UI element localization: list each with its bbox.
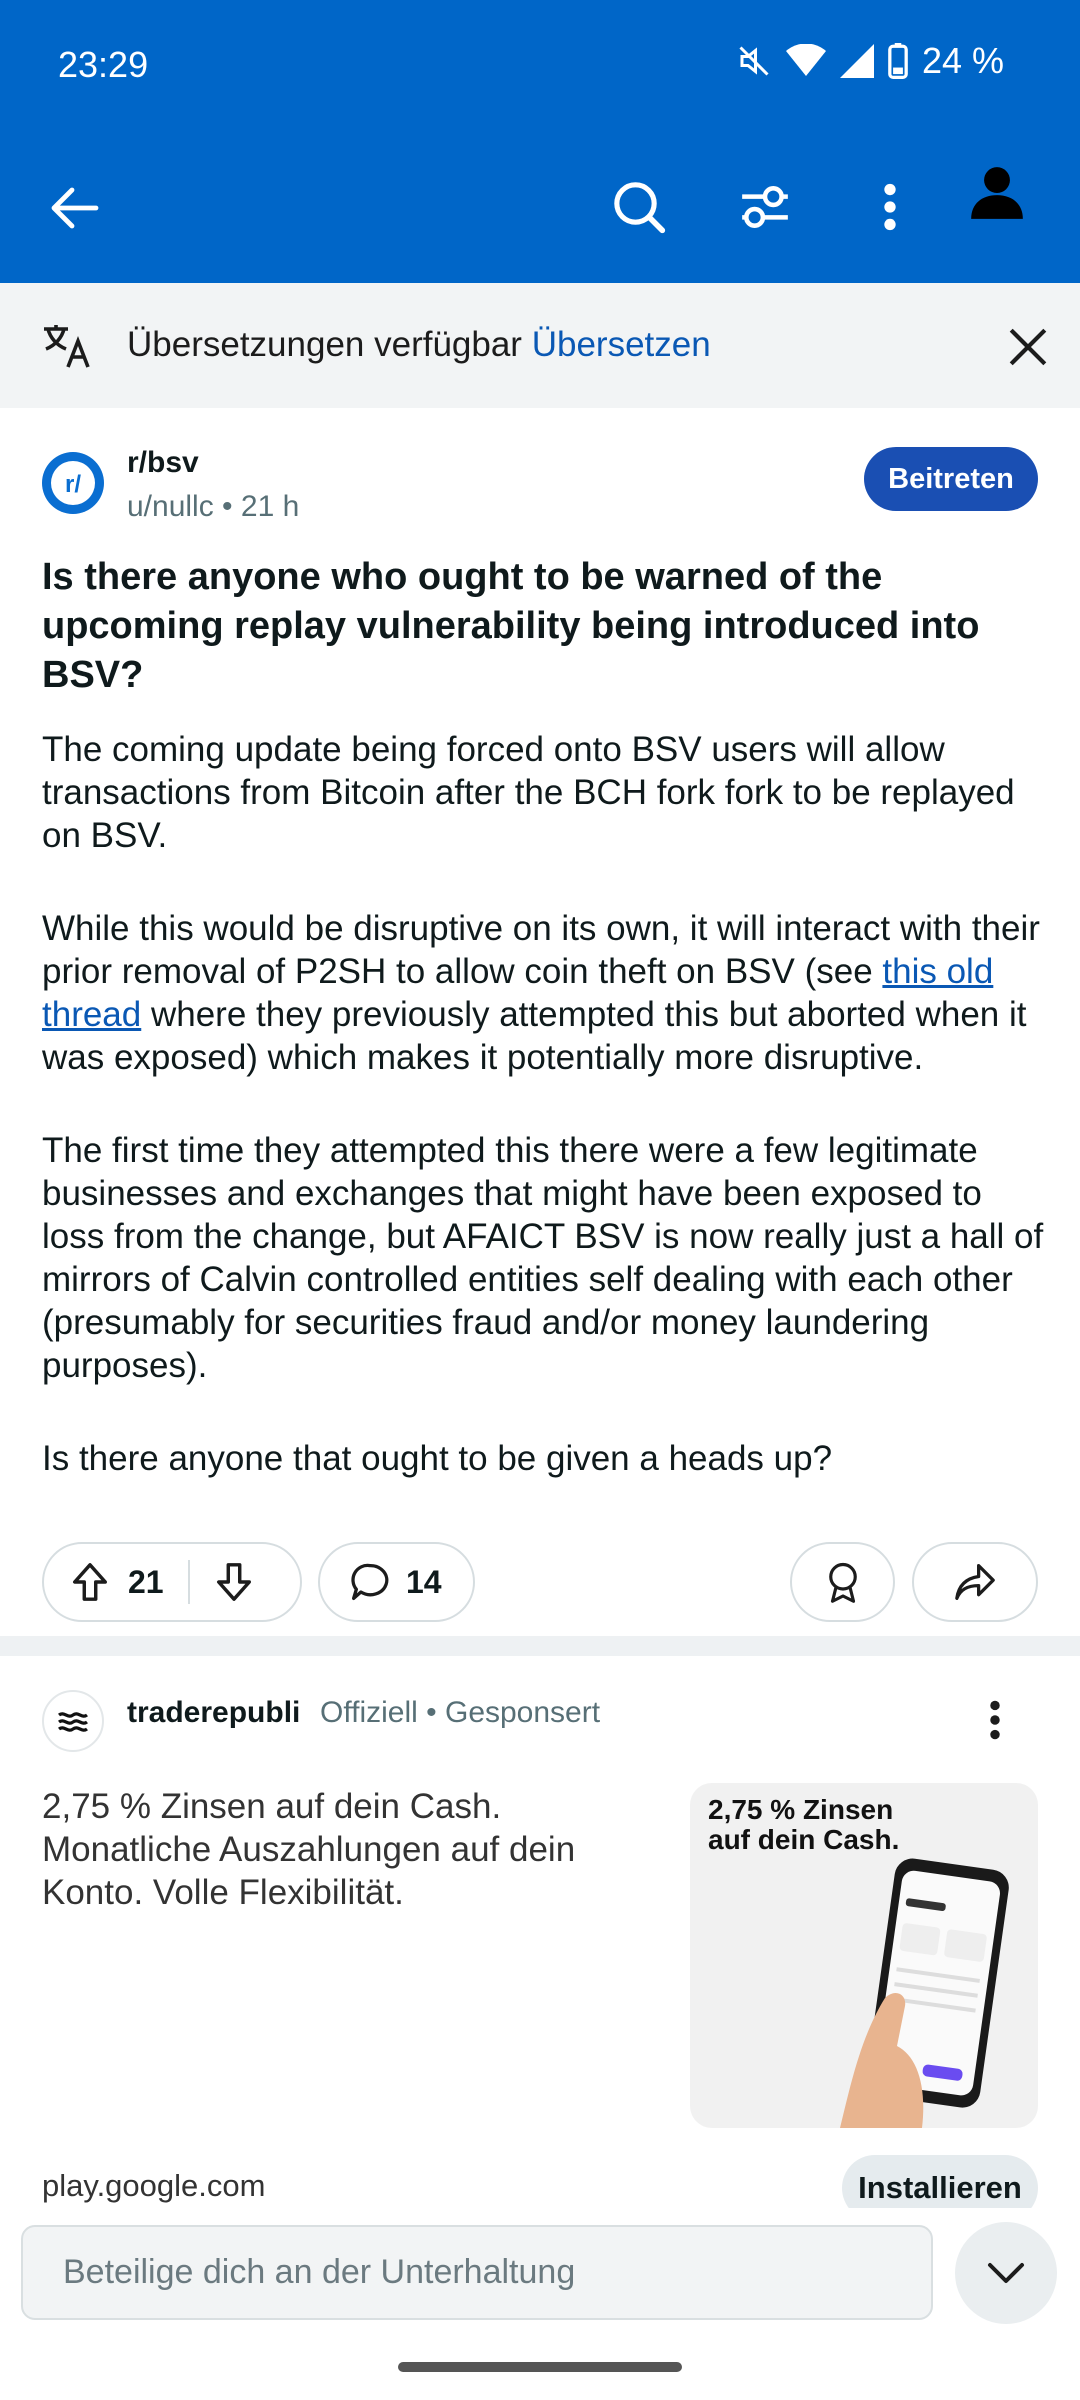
ad-text: 2,75 % Zinsen auf dein Cash. Monatliche … [42,1787,576,1912]
status-icons: 24 % [736,40,1004,82]
back-arrow-icon[interactable] [40,176,108,240]
close-icon[interactable] [1000,319,1056,375]
signal-icon [839,44,874,78]
sort-filter-icon[interactable] [730,172,800,242]
post-age: 21 h [240,490,300,523]
subreddit-name[interactable]: r/bsv [127,446,199,480]
battery-icon [888,43,908,79]
collapse-button[interactable] [955,2222,1057,2324]
share-button[interactable] [912,1542,1038,1622]
chevron-down-icon [988,2263,1024,2283]
top-app-bar: 23:29 24 % [0,0,1080,283]
ad-more-options-icon[interactable] [980,1698,1010,1742]
translation-available-label: Übersetzungen verfügbar [127,325,522,364]
join-button[interactable]: Beitreten [864,447,1038,511]
downvote-icon[interactable] [214,1561,254,1603]
more-options-icon[interactable] [860,172,920,242]
status-time: 23:29 [58,44,149,85]
post-body: The coming update being forced onto BSV … [42,728,1052,1480]
post-title: Is there anyone who ought to be warned o… [42,556,980,696]
comment-count: 14 [406,1563,442,1600]
post-paragraph-1: The coming update being forced onto BSV … [42,730,1015,855]
advertiser-avatar[interactable] [42,1690,104,1752]
svg-text:r/: r/ [65,471,81,498]
phone-in-hand-illustration [840,1858,1009,2128]
post-author[interactable]: u/nullc [127,490,214,523]
comment-input[interactable]: Beteilige dich an der Unterhaltung [21,2225,933,2320]
profile-icon[interactable] [962,158,1032,228]
ad-domain: play.google.com [42,2168,266,2203]
comment-icon [350,1562,390,1602]
battery-percent: 24 % [921,40,1004,81]
vote-divider [187,1560,190,1604]
award-button[interactable] [790,1542,895,1622]
post-paragraph-3: The first time they attempted this there… [42,1131,1044,1385]
comments-button[interactable]: 14 [318,1542,475,1622]
wifi-icon [785,44,826,78]
advertiser-name[interactable]: traderepubli [127,1696,300,1730]
ad-meta: Offiziell • Gesponsert [320,1696,601,1729]
translate-icon [40,319,96,371]
subreddit-avatar[interactable]: r/ [42,452,104,514]
share-icon [953,1562,997,1602]
upvote-icon[interactable] [70,1561,110,1603]
card-separator [0,1636,1080,1656]
translate-link[interactable]: Übersetzen [532,325,711,364]
upvote-count: 21 [128,1563,164,1600]
search-icon[interactable] [604,172,674,242]
post-paragraph-2: While this would be disruptive on its ow… [42,907,1052,1079]
post-meta: u/nullc • 21 h [127,490,300,523]
vote-controls: 21 [42,1542,302,1622]
translation-banner: Übersetzungen verfügbar Übersetzen [0,283,1080,408]
award-icon [823,1561,863,1603]
translation-text: Übersetzungen verfügbar Übersetzen [127,325,711,365]
post-paragraph-2-end: where they previously attempted this but… [42,995,1027,1077]
mute-icon [736,43,772,79]
post-paragraph-4: Is there anyone that ought to be given a… [42,1439,833,1478]
home-indicator[interactable] [398,2362,682,2372]
ad-image[interactable]: 2,75 % Zinsen auf dein Cash. [690,1783,1038,2128]
